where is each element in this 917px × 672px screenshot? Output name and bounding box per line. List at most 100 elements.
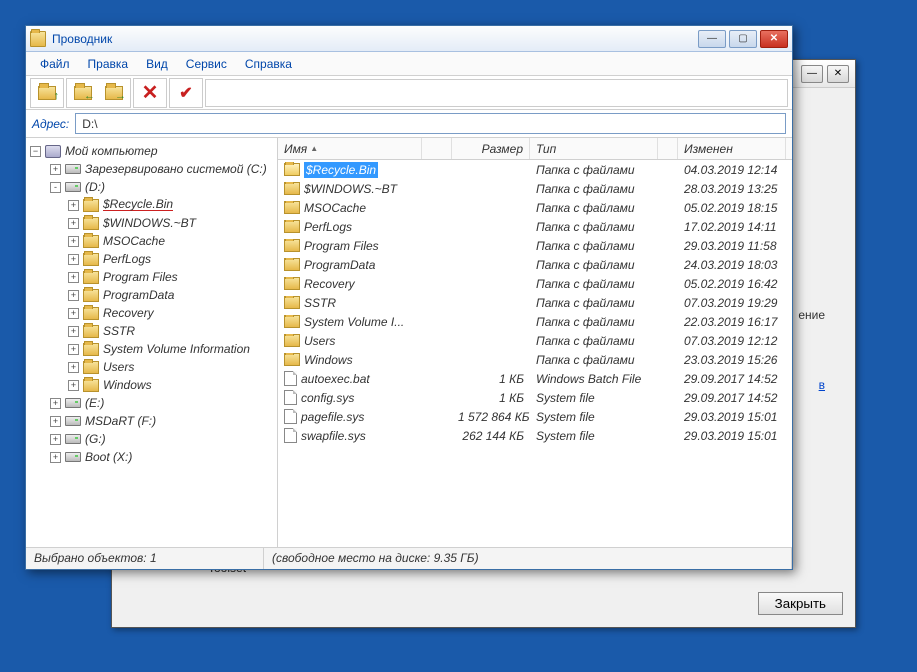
tree-label: (E:) [85, 396, 104, 410]
tree-root[interactable]: − Мой компьютер [28, 142, 275, 160]
bg-close-button[interactable]: ✕ [827, 65, 849, 83]
expander-icon[interactable]: + [68, 272, 79, 283]
folder-tree[interactable]: − Мой компьютер +Зарезервировано системо… [26, 138, 278, 547]
cell-name: $WINDOWS.~BT [278, 182, 422, 196]
col-sep2[interactable] [658, 138, 678, 159]
cell-modified: 05.02.2019 16:42 [678, 277, 786, 291]
expander-icon[interactable]: + [68, 362, 79, 373]
cell-modified: 28.03.2019 13:25 [678, 182, 786, 196]
list-row[interactable]: PerfLogsПапка с файлами17.02.2019 14:11 [278, 217, 792, 236]
expander-icon[interactable]: - [50, 182, 61, 193]
tree-node[interactable]: +ProgramData [28, 286, 275, 304]
list-row[interactable]: pagefile.sys1 572 864 КБSystem file29.03… [278, 407, 792, 426]
col-name[interactable]: Имя▲ [278, 138, 422, 159]
tree-node[interactable]: +Users [28, 358, 275, 376]
tree-node[interactable]: +PerfLogs [28, 250, 275, 268]
tree-label: SSTR [103, 324, 135, 338]
statusbar: Выбрано объектов: 1 (свободное место на … [26, 547, 792, 569]
cell-name: $Recycle.Bin [278, 162, 422, 178]
menu-help[interactable]: Справка [237, 54, 300, 74]
maximize-button[interactable]: ▢ [729, 30, 757, 48]
list-row[interactable]: Program FilesПапка с файлами29.03.2019 1… [278, 236, 792, 255]
tree-node[interactable]: +MSDaRT (F:) [28, 412, 275, 430]
drive-icon [65, 416, 81, 426]
close-button[interactable]: ✕ [760, 30, 788, 48]
tree-node[interactable]: +$Recycle.Bin [28, 196, 275, 214]
titlebar[interactable]: Проводник — ▢ ✕ [26, 26, 792, 52]
check-button[interactable]: ✔ [171, 80, 201, 106]
cell-type: Папка с файлами [530, 258, 658, 272]
cell-type: System file [530, 391, 658, 405]
tree-node[interactable]: +Windows [28, 376, 275, 394]
expander-icon[interactable]: − [30, 146, 41, 157]
expander-icon[interactable]: + [68, 290, 79, 301]
menu-file[interactable]: Файл [32, 54, 78, 74]
list-row[interactable]: swapfile.sys262 144 КБSystem file29.03.2… [278, 426, 792, 445]
cell-modified: 07.03.2019 12:12 [678, 334, 786, 348]
tree-label: System Volume Information [103, 342, 250, 356]
bg-link-fragment[interactable]: в [819, 378, 825, 392]
folder-icon [83, 271, 99, 284]
tree-node[interactable]: -(D:) [28, 178, 275, 196]
cell-type: Папка с файлами [530, 239, 658, 253]
expander-icon[interactable]: + [68, 344, 79, 355]
list-row[interactable]: System Volume I...Папка с файлами22.03.2… [278, 312, 792, 331]
tree-node[interactable]: +Program Files [28, 268, 275, 286]
tree-node[interactable]: +Boot (X:) [28, 448, 275, 466]
list-row[interactable]: UsersПапка с файлами07.03.2019 12:12 [278, 331, 792, 350]
folder-forward-button[interactable]: → [99, 80, 129, 106]
expander-icon[interactable]: + [68, 200, 79, 211]
tree-node[interactable]: +$WINDOWS.~BT [28, 214, 275, 232]
col-type[interactable]: Тип [530, 138, 658, 159]
tree-node[interactable]: +MSOCache [28, 232, 275, 250]
expander-icon[interactable]: + [50, 164, 61, 175]
bg-minimize-button[interactable]: — [801, 65, 823, 83]
list-row[interactable]: MSOCacheПапка с файлами05.02.2019 18:15 [278, 198, 792, 217]
cell-modified: 29.03.2019 11:58 [678, 239, 786, 253]
list-row[interactable]: config.sys1 КБSystem file29.09.2017 14:5… [278, 388, 792, 407]
expander-icon[interactable]: + [68, 254, 79, 265]
tree-node[interactable]: +(G:) [28, 430, 275, 448]
tree-node[interactable]: +Зарезервировано системой (C:) [28, 160, 275, 178]
folder-back-button[interactable]: ← [68, 80, 98, 106]
expander-icon[interactable]: + [50, 398, 61, 409]
expander-icon[interactable]: + [50, 416, 61, 427]
cell-size: 1 КБ [452, 391, 530, 405]
minimize-button[interactable]: — [698, 30, 726, 48]
address-label: Адрес: [32, 117, 69, 131]
tree-node[interactable]: + (E:) [28, 394, 275, 412]
folder-icon [83, 307, 99, 320]
col-size[interactable]: Размер [452, 138, 530, 159]
list-row[interactable]: ProgramDataПапка с файлами24.03.2019 18:… [278, 255, 792, 274]
expander-icon[interactable]: + [68, 236, 79, 247]
folder-up-button[interactable]: ↑ [32, 80, 62, 106]
list-row[interactable]: autoexec.bat1 КБWindows Batch File29.09.… [278, 369, 792, 388]
list-row[interactable]: WindowsПапка с файлами23.03.2019 15:26 [278, 350, 792, 369]
menu-service[interactable]: Сервис [178, 54, 235, 74]
list-row[interactable]: $WINDOWS.~BTПапка с файлами28.03.2019 13… [278, 179, 792, 198]
file-name: PerfLogs [304, 220, 352, 234]
expander-icon[interactable]: + [50, 452, 61, 463]
expander-icon[interactable]: + [50, 434, 61, 445]
address-bar: Адрес: [26, 110, 792, 138]
tree-node[interactable]: +Recovery [28, 304, 275, 322]
list-row[interactable]: RecoveryПапка с файлами05.02.2019 16:42 [278, 274, 792, 293]
expander-icon[interactable]: + [68, 308, 79, 319]
expander-icon[interactable]: + [68, 218, 79, 229]
list-row[interactable]: SSTRПапка с файлами07.03.2019 19:29 [278, 293, 792, 312]
file-list[interactable]: Имя▲ Размер Тип Изменен $Recycle.BinПапк… [278, 138, 792, 547]
menu-edit[interactable]: Правка [80, 54, 137, 74]
col-sep1[interactable] [422, 138, 452, 159]
file-name: ProgramData [304, 258, 375, 272]
cell-modified: 04.03.2019 12:14 [678, 163, 786, 177]
menu-view[interactable]: Вид [138, 54, 176, 74]
delete-button[interactable]: ✕ [135, 80, 165, 106]
tree-node[interactable]: + System Volume Information [28, 340, 275, 358]
bg-close-dialog-button[interactable]: Закрыть [758, 592, 843, 615]
expander-icon[interactable]: + [68, 380, 79, 391]
address-input[interactable] [75, 113, 786, 134]
expander-icon[interactable]: + [68, 326, 79, 337]
tree-node[interactable]: + SSTR [28, 322, 275, 340]
list-row[interactable]: $Recycle.BinПапка с файлами04.03.2019 12… [278, 160, 792, 179]
col-modified[interactable]: Изменен [678, 138, 786, 159]
